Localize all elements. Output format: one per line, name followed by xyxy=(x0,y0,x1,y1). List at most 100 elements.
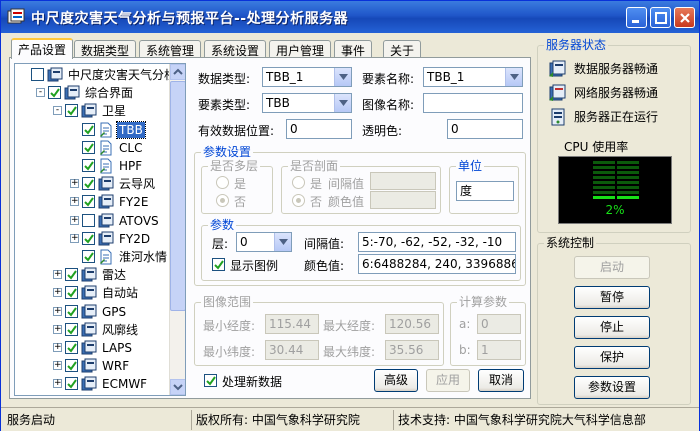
data-type-select[interactable]: TBB_1 xyxy=(262,67,352,87)
expand-plus-icon[interactable]: + xyxy=(53,306,62,316)
collapse-minus-icon[interactable]: - xyxy=(53,106,62,116)
tree-node-checkbox[interactable] xyxy=(65,322,78,336)
transparent-color-input[interactable]: 0 xyxy=(447,119,523,139)
tree-node-checkbox[interactable] xyxy=(48,86,61,100)
expand-plus-icon[interactable]: + xyxy=(70,215,79,225)
tree-node-checkbox[interactable] xyxy=(65,104,78,118)
chevron-down-icon[interactable] xyxy=(334,68,351,86)
expand-plus-icon[interactable]: + xyxy=(53,361,62,371)
tab-data-type[interactable]: 数据类型 xyxy=(74,40,137,58)
param-settings-button[interactable]: 参数设置 xyxy=(574,376,650,399)
layer-select[interactable]: 0 xyxy=(236,232,292,252)
expand-plus-icon[interactable]: + xyxy=(53,379,62,389)
unit-input[interactable]: 度 xyxy=(456,181,514,201)
min-lat-input[interactable]: 30.44 xyxy=(265,340,319,360)
tree-node-checkbox[interactable] xyxy=(65,377,78,391)
tree-node-checkbox[interactable] xyxy=(82,140,95,154)
tree-scrollbar[interactable] xyxy=(169,64,185,395)
tree-node[interactable]: - 卫星 xyxy=(15,103,169,119)
tree-node-checkbox[interactable] xyxy=(65,286,78,300)
tree-node-checkbox[interactable] xyxy=(65,304,78,318)
start-button[interactable]: 启动 xyxy=(574,256,650,279)
element-name-select[interactable]: TBB_1 xyxy=(423,67,523,87)
max-lon-input[interactable]: 120.56 xyxy=(385,314,439,334)
tree-node[interactable]: + 云导风 xyxy=(15,176,169,192)
tree-node[interactable]: - 综合界面 xyxy=(15,85,169,101)
tree-node-checkbox[interactable] xyxy=(82,231,95,245)
tree-node-checkbox[interactable] xyxy=(82,177,95,191)
product-tree[interactable]: 中尺度灾害天气分析 - 综合界面 - 卫星 TBB CLC HPF + 云导风 + FY2E + ATOV… xyxy=(14,63,186,396)
profile-no-radio[interactable] xyxy=(292,194,305,207)
interval-input[interactable]: 5:-70, -62, -52, -32, -10 xyxy=(358,232,516,252)
chevron-down-icon[interactable] xyxy=(274,233,291,251)
advanced-button[interactable]: 高级 xyxy=(374,369,418,392)
tab-about[interactable]: 关于 xyxy=(383,40,422,58)
tree-node-checkbox[interactable] xyxy=(82,122,95,136)
multilayer-yes-radio[interactable] xyxy=(216,176,229,189)
element-type-select[interactable]: TBB xyxy=(262,93,352,113)
image-name-input[interactable] xyxy=(423,93,523,113)
tree-node[interactable]: + FY2E xyxy=(15,194,169,210)
title-bar[interactable]: 中尺度灾害天气分析与预报平台--处理分析服务器 xyxy=(1,1,699,33)
tab-system-management[interactable]: 系统管理 xyxy=(139,40,202,58)
profile-yes-radio[interactable] xyxy=(292,176,305,189)
expand-plus-icon[interactable]: + xyxy=(70,197,79,207)
cancel-button[interactable]: 取消 xyxy=(478,369,524,392)
collapse-minus-icon[interactable]: - xyxy=(36,88,45,98)
tree-node[interactable]: + ATOVS xyxy=(15,213,169,229)
tree-node-checkbox[interactable] xyxy=(65,341,78,354)
pause-button[interactable]: 暂停 xyxy=(574,286,650,309)
tree-node[interactable]: + 风廓线 xyxy=(15,322,169,338)
profile-color-input[interactable] xyxy=(370,191,436,209)
close-button[interactable] xyxy=(674,7,695,28)
expand-plus-icon[interactable]: + xyxy=(53,288,62,298)
tree-node-checkbox[interactable] xyxy=(82,213,95,227)
tab-system-settings[interactable]: 系统设置 xyxy=(204,40,267,58)
tree-node[interactable]: + GPS xyxy=(15,304,169,320)
stop-button[interactable]: 停止 xyxy=(574,316,650,339)
tab-product-settings[interactable]: 产品设置 xyxy=(11,38,74,59)
show-legend-checkbox[interactable] xyxy=(212,258,225,271)
tree-node[interactable]: + FY2D xyxy=(15,231,169,247)
chevron-down-icon[interactable] xyxy=(334,94,351,112)
expand-plus-icon[interactable]: + xyxy=(70,233,79,243)
chevron-down-icon[interactable] xyxy=(505,68,522,86)
tree-node-checkbox[interactable] xyxy=(82,195,95,209)
protect-button[interactable]: 保护 xyxy=(574,346,650,369)
maximize-button[interactable] xyxy=(650,7,671,28)
expand-plus-icon[interactable]: + xyxy=(53,324,62,334)
scroll-up-arrow-icon[interactable] xyxy=(170,64,185,80)
expand-plus-icon[interactable]: + xyxy=(70,179,79,189)
calc-b-input[interactable]: 1 xyxy=(477,340,521,360)
min-lon-input[interactable]: 115.44 xyxy=(265,314,319,334)
tree-node[interactable]: CLC xyxy=(15,140,169,156)
tree-node-checkbox[interactable] xyxy=(31,68,44,81)
scroll-thumb[interactable] xyxy=(170,81,185,311)
tree-node-checkbox[interactable] xyxy=(65,359,78,373)
tab-user-management[interactable]: 用户管理 xyxy=(269,40,332,58)
tree-node[interactable]: + LAPS xyxy=(15,340,169,356)
minimize-button[interactable] xyxy=(626,7,647,28)
tree-node-checkbox[interactable] xyxy=(82,250,95,263)
tree-node[interactable]: + ECMWF xyxy=(15,376,169,392)
multilayer-no-radio[interactable] xyxy=(216,194,229,207)
apply-button[interactable]: 应用 xyxy=(426,369,470,392)
tree-node[interactable]: + 雷达 xyxy=(15,267,169,283)
profile-interval-input[interactable] xyxy=(370,172,436,190)
tree-node-checkbox[interactable] xyxy=(65,268,78,282)
tree-node[interactable]: 淮河水情 xyxy=(15,249,169,265)
tab-events[interactable]: 事件 xyxy=(334,40,373,58)
expand-plus-icon[interactable]: + xyxy=(53,270,62,280)
valid-position-input[interactable]: 0 xyxy=(286,119,352,139)
scroll-down-arrow-icon[interactable] xyxy=(170,379,185,395)
color-input[interactable]: 6:6488284, 240, 3396886, 16 xyxy=(358,254,516,274)
max-lat-input[interactable]: 35.56 xyxy=(385,340,439,360)
calc-a-input[interactable]: 0 xyxy=(477,314,521,334)
tree-node[interactable]: + WRF xyxy=(15,358,169,374)
tree-node[interactable]: 中尺度灾害天气分析 xyxy=(15,67,176,83)
expand-plus-icon[interactable]: + xyxy=(53,343,62,352)
process-new-checkbox[interactable] xyxy=(204,374,217,387)
tree-node-checkbox[interactable] xyxy=(82,159,95,172)
tree-node[interactable]: HPF xyxy=(15,158,169,174)
tree-node[interactable]: TBB xyxy=(15,120,169,139)
